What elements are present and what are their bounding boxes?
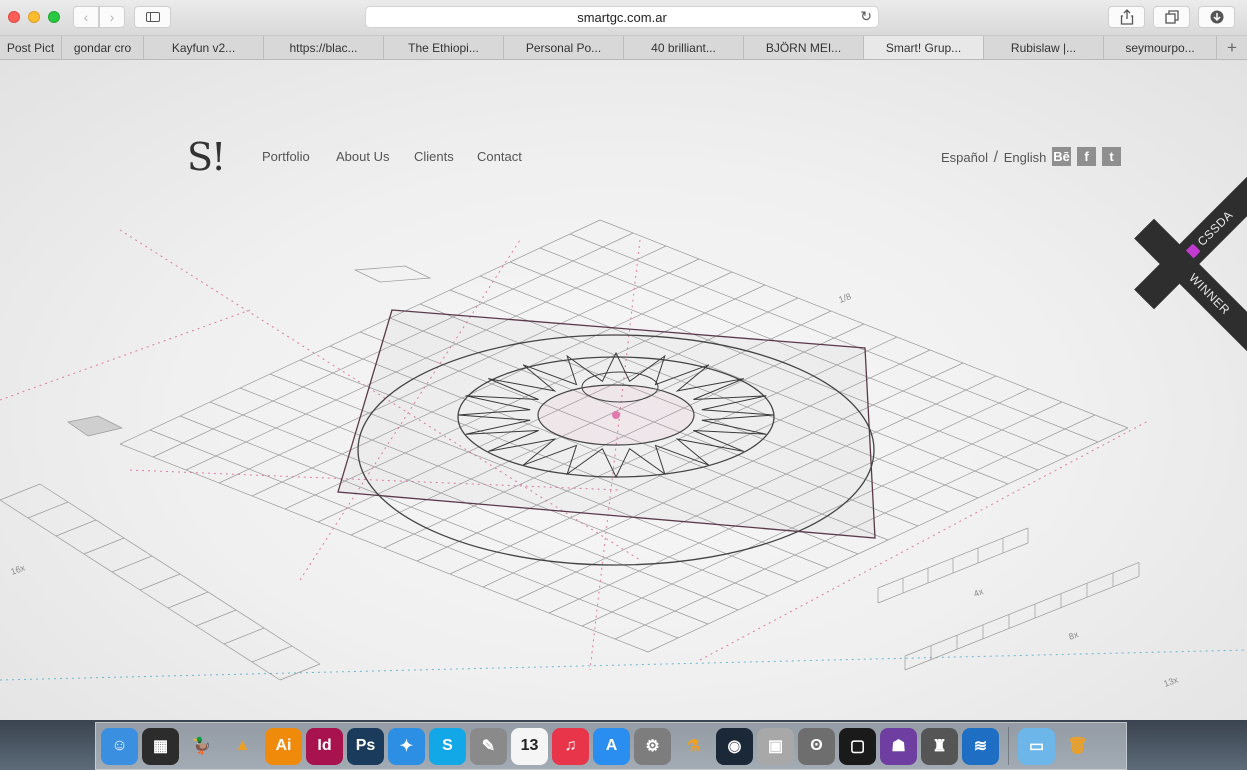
side-grid-line: [223, 627, 265, 645]
small-box: [353, 265, 432, 283]
show-sidebar-button[interactable]: [134, 6, 171, 28]
nav-contact[interactable]: Contact: [477, 149, 522, 164]
new-tab-button[interactable]: +: [1217, 36, 1247, 59]
side-grid-line: [55, 519, 97, 537]
tab-bar: Post Pict gondar cro Kayfun v2... https://b…: [0, 36, 1247, 60]
downloads-button[interactable]: [1198, 6, 1235, 28]
browser-tab[interactable]: Kayfun v2...: [144, 36, 264, 59]
dock: ☺ ▦ 🦆 ▲ Ai Id Ps ✦ S ✎ 13 ♫ A ⚙ ⚗ ◉ ▣ ʘ ▢ ☗ ♜ ≋ ▭ 🗑: [95, 722, 1127, 770]
browser-tab[interactable]: 40 brilliant...: [624, 36, 744, 59]
safari-icon[interactable]: ✦: [388, 727, 425, 765]
language-switcher: Español / English: [941, 149, 1046, 167]
minimize-window-button[interactable]: [28, 11, 40, 23]
side-grid-line: [0, 499, 281, 681]
browser-tab[interactable]: Personal Po...: [504, 36, 624, 59]
zoom-window-button[interactable]: [48, 11, 60, 23]
lang-separator: /: [993, 149, 999, 166]
app-store-icon[interactable]: A: [593, 727, 630, 765]
sequel-icon[interactable]: ♜: [921, 727, 958, 765]
address-bar[interactable]: smartgc.com.ar ↻: [365, 6, 879, 28]
chevron-left-icon: ‹: [83, 9, 89, 25]
lang-espanol[interactable]: Español: [941, 150, 988, 165]
url-text: smartgc.com.ar: [577, 9, 667, 25]
behance-icon[interactable]: Bē: [1052, 147, 1071, 166]
download-icon: [1210, 10, 1223, 24]
mission-control-icon[interactable]: ▦: [142, 727, 179, 765]
system-preferences-icon[interactable]: ⚙: [634, 727, 671, 765]
finder-icon[interactable]: ☺: [101, 727, 138, 765]
small-box: [67, 415, 124, 437]
back-button[interactable]: ‹: [73, 6, 99, 28]
share-button[interactable]: [1108, 6, 1145, 28]
illustrator-icon[interactable]: Ai: [265, 727, 302, 765]
openoffice-icon[interactable]: ≋: [962, 727, 999, 765]
github-icon[interactable]: ☗: [880, 727, 917, 765]
show-all-tabs-button[interactable]: [1153, 6, 1190, 28]
script-editor-icon[interactable]: ✎: [470, 727, 507, 765]
drawing-label: 8x: [1067, 629, 1080, 642]
side-grid-line: [139, 573, 181, 591]
side-grid-line: [195, 609, 237, 627]
trash-icon[interactable]: 🗑: [1059, 728, 1096, 765]
dock-separator: [1008, 727, 1009, 765]
side-grid-line: [39, 483, 321, 665]
chevron-right-icon: ›: [109, 9, 115, 25]
vlc-icon[interactable]: ▲: [224, 728, 261, 765]
steam-icon[interactable]: ◉: [716, 727, 753, 765]
drawing-label: 16x: [9, 562, 27, 577]
tabs-overview-icon: [1164, 10, 1179, 24]
drawing-label: 4x: [972, 586, 985, 599]
side-grid-line: [904, 576, 1140, 671]
browser-tab[interactable]: gondar cro: [62, 36, 144, 59]
nav-about-us[interactable]: About Us: [336, 149, 389, 164]
side-grid-line: [83, 537, 125, 555]
browser-tab[interactable]: The Ethiopi...: [384, 36, 504, 59]
drawing-label: 13x: [1162, 674, 1180, 689]
side-grid-line: [27, 501, 69, 519]
guide-line: [0, 309, 251, 401]
lang-english[interactable]: English: [1004, 150, 1047, 165]
framer-icon[interactable]: ▢: [839, 727, 876, 765]
browser-tab[interactable]: Rubislaw |...: [984, 36, 1104, 59]
browser-tab[interactable]: BJÖRN MEI...: [744, 36, 864, 59]
browser-tab[interactable]: https://blac...: [264, 36, 384, 59]
side-grid-line: [251, 645, 293, 663]
side-grid-line: [167, 591, 209, 609]
facebook-icon[interactable]: f: [1077, 147, 1096, 166]
twitter-icon[interactable]: t: [1102, 147, 1121, 166]
skype-icon[interactable]: S: [429, 727, 466, 765]
nav-clients[interactable]: Clients: [414, 149, 454, 164]
nav-portfolio[interactable]: Portfolio: [262, 149, 310, 164]
indesign-icon[interactable]: Id: [306, 727, 343, 765]
drawing-label: 1/8: [837, 291, 852, 305]
potion-icon[interactable]: ⚗: [675, 728, 712, 765]
side-grid-line: [0, 483, 41, 501]
browser-tab[interactable]: seymourpo...: [1104, 36, 1217, 59]
center-point: [612, 411, 620, 419]
share-icon: [1120, 9, 1133, 25]
koala-icon[interactable]: ʘ: [798, 727, 835, 765]
sidebar-icon: [145, 12, 160, 22]
reload-icon[interactable]: ↻: [860, 8, 872, 25]
image-capture-icon[interactable]: ▣: [757, 727, 794, 765]
itunes-icon[interactable]: ♫: [552, 727, 589, 765]
browser-tab[interactable]: Post Pict: [0, 36, 62, 59]
guide-line: [0, 649, 1247, 681]
site-logo[interactable]: S!: [187, 137, 226, 177]
cyberduck-icon[interactable]: 🦆: [183, 728, 220, 765]
downloads-folder-icon[interactable]: ▭: [1018, 727, 1055, 765]
browser-tab[interactable]: Smart! Grup...: [864, 36, 984, 59]
side-grid-line: [279, 663, 321, 681]
web-page: 16x 4x 8x 13x 1/8 S! Portfolio About Us Clie…: [0, 60, 1247, 720]
browser-titlebar: ‹ › smartgc.com.ar ↻: [0, 0, 1247, 36]
forward-button[interactable]: ›: [99, 6, 125, 28]
photoshop-icon[interactable]: Ps: [347, 727, 384, 765]
side-grid-line: [904, 562, 1140, 657]
calendar-icon[interactable]: 13: [511, 727, 548, 765]
close-window-button[interactable]: [8, 11, 20, 23]
side-grid-line: [111, 555, 153, 573]
